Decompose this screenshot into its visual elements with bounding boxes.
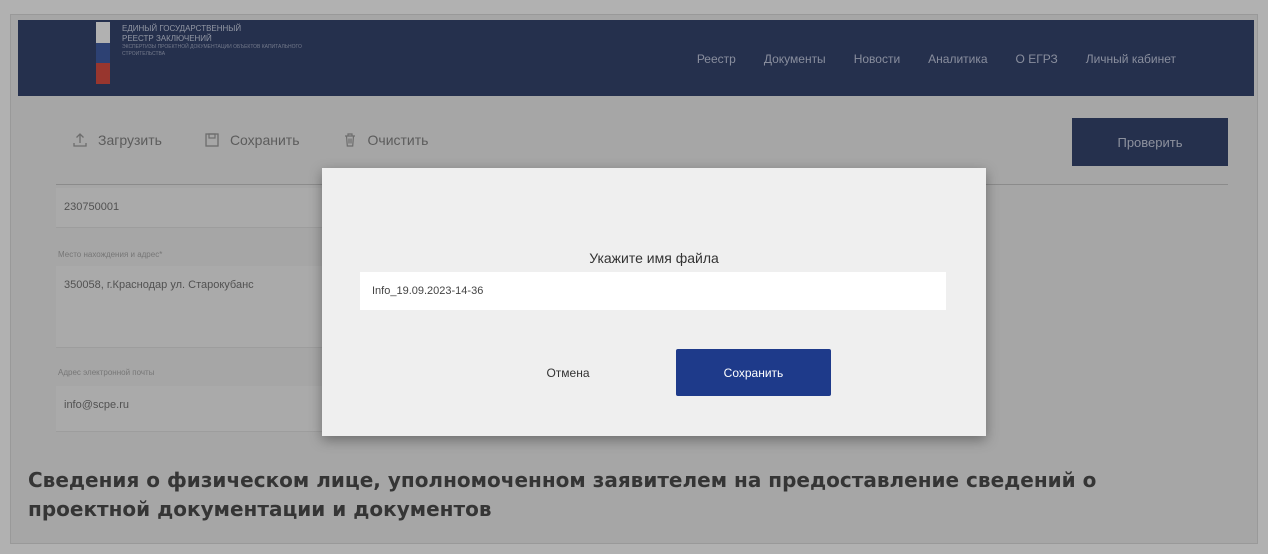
- section-title: Сведения о физическом лице, уполномоченн…: [28, 468, 1097, 521]
- main-nav: Реестр Документы Новости Аналитика О ЕГР…: [669, 52, 1176, 66]
- email-value: info@scpe.ru: [64, 399, 129, 411]
- cancel-button[interactable]: Отмена: [508, 350, 628, 396]
- email-label: Адрес электронной почты: [58, 368, 155, 377]
- flag-stripe-red: [96, 63, 110, 84]
- nav-item-analytics[interactable]: Аналитика: [928, 52, 987, 66]
- nav-item-account[interactable]: Личный кабинет: [1086, 52, 1176, 66]
- nav-item-documents[interactable]: Документы: [764, 52, 826, 66]
- nav-item-registry[interactable]: Реестр: [697, 52, 736, 66]
- save-toolbar-label: Сохранить: [229, 132, 300, 148]
- save-button[interactable]: Сохранить: [676, 349, 831, 396]
- trash-icon: [344, 133, 355, 147]
- kpp-value: 230750001: [64, 201, 120, 213]
- toolbar: Загрузить Сохранить Очистить: [72, 132, 470, 148]
- dialog-title: Укажите имя файла: [589, 250, 719, 266]
- logo-line-2: РЕЕСТР ЗАКЛЮЧЕНИЙ: [122, 34, 212, 43]
- email-field[interactable]: info@scpe.ru: [56, 386, 348, 432]
- check-button[interactable]: Проверить: [1072, 118, 1228, 166]
- flag-stripe-white: [96, 22, 110, 43]
- flag-stripe-blue: [96, 42, 110, 64]
- filename-dialog: Укажите имя файла Отмена Сохранить: [322, 168, 986, 436]
- clear-label: Очистить: [367, 132, 429, 148]
- logo-line-1: ЕДИНЫЙ ГОСУДАРСТВЕННЫЙ: [122, 24, 242, 33]
- kpp-field[interactable]: 230750001: [56, 188, 348, 228]
- address-field[interactable]: 350058, г.Краснодар ул. Старокубанс: [56, 266, 348, 348]
- upload-label: Загрузить: [98, 132, 162, 148]
- logo-text[interactable]: ЕДИНЫЙ ГОСУДАРСТВЕННЫЙ РЕЕСТР ЗАКЛЮЧЕНИЙ…: [122, 24, 332, 58]
- nav-item-about[interactable]: О ЕГРЗ: [1016, 52, 1058, 66]
- upload-icon: [73, 133, 87, 147]
- filename-input[interactable]: [360, 272, 946, 310]
- save-toolbar-button[interactable]: Сохранить: [204, 132, 300, 148]
- address-label: Место нахождения и адрес*: [58, 250, 163, 259]
- logo-flag-icon: [96, 22, 110, 84]
- upload-button[interactable]: Загрузить: [72, 132, 162, 148]
- clear-button[interactable]: Очистить: [342, 132, 429, 148]
- floppy-disk-icon: [205, 133, 219, 147]
- site-header: ЕДИНЫЙ ГОСУДАРСТВЕННЫЙ РЕЕСТР ЗАКЛЮЧЕНИЙ…: [18, 20, 1254, 96]
- nav-item-news[interactable]: Новости: [854, 52, 900, 66]
- logo-line-3: ЭКСПЕРТИЗЫ ПРОЕКТНОЙ ДОКУМЕНТАЦИИ ОБЪЕКТ…: [122, 44, 302, 57]
- address-value: 350058, г.Краснодар ул. Старокубанс: [64, 279, 254, 291]
